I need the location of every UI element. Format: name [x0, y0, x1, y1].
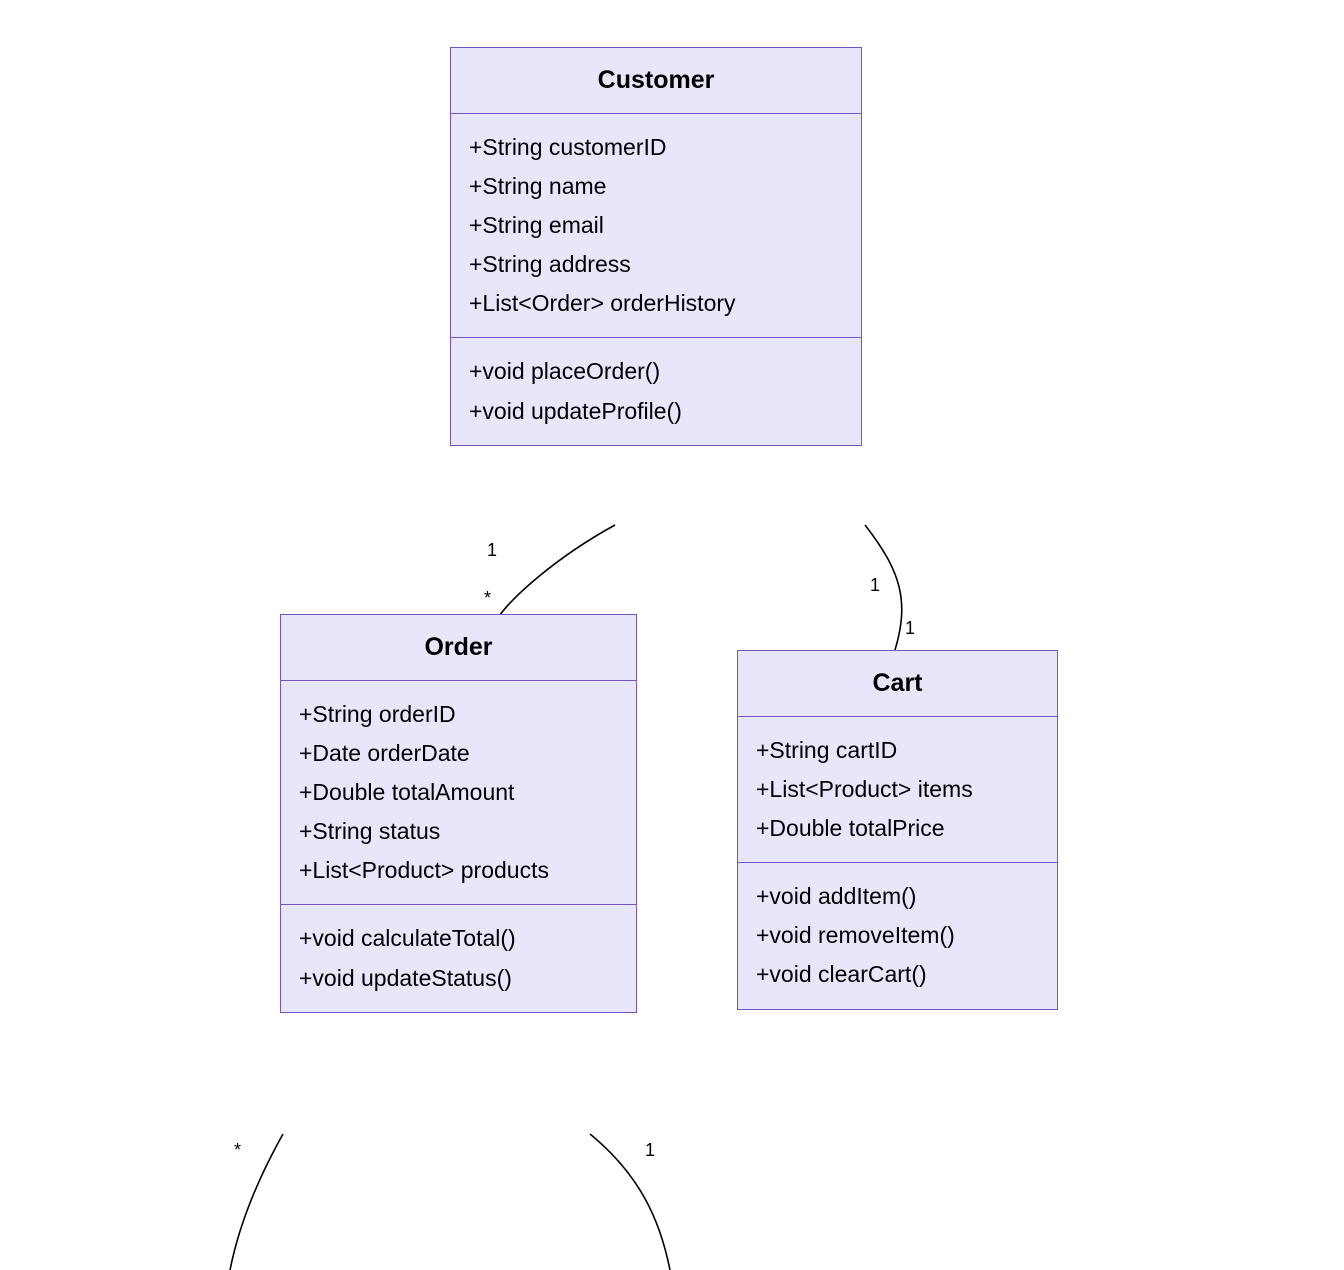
multiplicity-label: * — [484, 588, 491, 609]
class-cart: Cart +String cartID +List<Product> items… — [737, 650, 1058, 1010]
class-attributes: +String cartID +List<Product> items +Dou… — [738, 717, 1057, 863]
attr: +String email — [469, 206, 843, 245]
attr: +List<Product> products — [299, 851, 618, 890]
method: +void clearCart() — [756, 955, 1039, 994]
class-order: Order +String orderID +Date orderDate +D… — [280, 614, 637, 1013]
attr: +Double totalAmount — [299, 773, 618, 812]
class-attributes: +String orderID +Date orderDate +Double … — [281, 681, 636, 905]
class-customer: Customer +String customerID +String name… — [450, 47, 862, 446]
method: +void calculateTotal() — [299, 919, 618, 958]
class-title: Order — [281, 615, 636, 681]
method: +void updateProfile() — [469, 392, 843, 431]
method: +void updateStatus() — [299, 959, 618, 998]
multiplicity-label: * — [234, 1140, 241, 1161]
class-attributes: +String customerID +String name +String … — [451, 114, 861, 338]
attr: +Date orderDate — [299, 734, 618, 773]
method: +void addItem() — [756, 877, 1039, 916]
multiplicity-label: 1 — [870, 575, 880, 596]
attr: +List<Order> orderHistory — [469, 284, 843, 323]
class-methods: +void addItem() +void removeItem() +void… — [738, 863, 1057, 1008]
attr: +String cartID — [756, 731, 1039, 770]
class-title: Cart — [738, 651, 1057, 717]
class-methods: +void placeOrder() +void updateProfile() — [451, 338, 861, 444]
attr: +String name — [469, 167, 843, 206]
attr: +String status — [299, 812, 618, 851]
attr: +String address — [469, 245, 843, 284]
class-title: Customer — [451, 48, 861, 114]
method: +void placeOrder() — [469, 352, 843, 391]
attr: +String orderID — [299, 695, 618, 734]
class-methods: +void calculateTotal() +void updateStatu… — [281, 905, 636, 1011]
multiplicity-label: 1 — [905, 618, 915, 639]
multiplicity-label: 1 — [487, 540, 497, 561]
attr: +String customerID — [469, 128, 843, 167]
method: +void removeItem() — [756, 916, 1039, 955]
attr: +List<Product> items — [756, 770, 1039, 809]
multiplicity-label: 1 — [645, 1140, 655, 1161]
attr: +Double totalPrice — [756, 809, 1039, 848]
